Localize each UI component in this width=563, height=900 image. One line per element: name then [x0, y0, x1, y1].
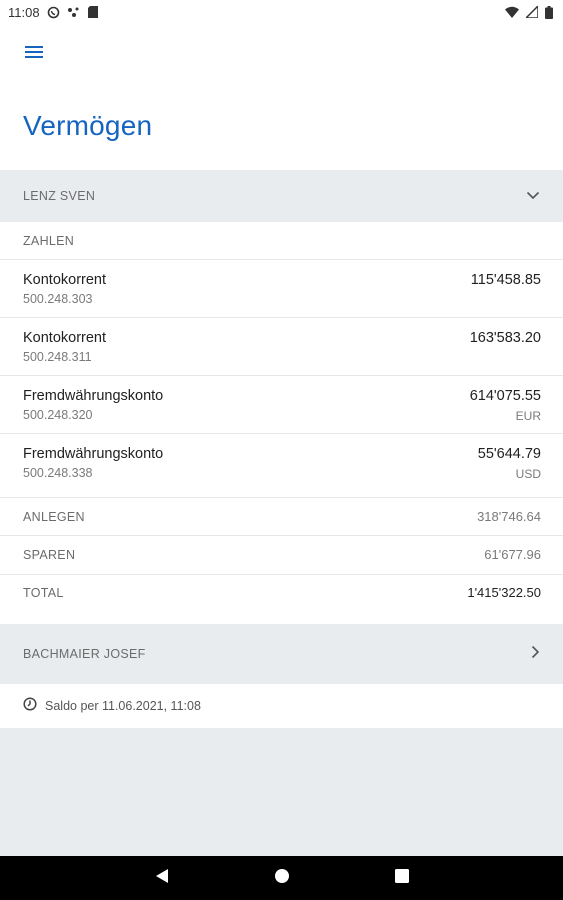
account-amount: 614'075.55: [469, 388, 541, 404]
empty-area: [0, 728, 563, 856]
back-icon: [155, 868, 169, 889]
summary-label: ANLEGEN: [23, 510, 85, 524]
sd-card-icon: [87, 6, 98, 18]
chevron-down-icon: [526, 187, 540, 205]
back-button[interactable]: [152, 868, 172, 888]
account-row[interactable]: Fremdwährungskonto 500.248.320 614'075.5…: [0, 376, 563, 433]
saldo-info: Saldo per 11.06.2021, 11:08: [0, 684, 563, 728]
status-time: 11:08: [8, 4, 40, 20]
page-title: Vermögen: [23, 110, 153, 141]
summary-value: 318'746.64: [477, 509, 541, 524]
hamburger-menu-button[interactable]: [20, 40, 48, 68]
wifi-icon: [505, 6, 519, 18]
status-right: [505, 5, 553, 19]
account-row[interactable]: Kontokorrent 500.248.311 163'583.20: [0, 318, 563, 375]
summary-row-total: TOTAL 1'415'322.50: [0, 574, 563, 612]
account-number: 500.248.311: [23, 350, 92, 364]
summary-row-anlegen[interactable]: ANLEGEN 318'746.64: [0, 498, 563, 536]
home-button[interactable]: [272, 868, 292, 888]
saldo-text: Saldo per 11.06.2021, 11:08: [45, 699, 201, 713]
account-amount: 115'458.85: [470, 272, 541, 288]
cell-signal-icon: [526, 6, 538, 18]
summary-label: SPAREN: [23, 548, 76, 562]
clock-icon: [23, 696, 37, 716]
network-signal-icon: [67, 6, 81, 18]
account-name: Fremdwährungskonto: [23, 388, 164, 404]
account-number: 500.248.320: [23, 408, 93, 422]
summary-label: TOTAL: [23, 586, 64, 600]
account-currency: USD: [515, 467, 541, 481]
owner-header-lenz-sven[interactable]: LENZ SVEN: [0, 170, 563, 222]
account-number: 500.248.303: [23, 292, 93, 306]
summary-value: 61'677.96: [484, 547, 541, 562]
chevron-right-icon: [531, 645, 540, 664]
account-row[interactable]: Kontokorrent 500.248.303 115'458.85: [0, 260, 563, 317]
owner-header-bachmaier-josef[interactable]: BACHMAIER JOSEF: [0, 624, 563, 684]
recents-button[interactable]: [392, 868, 412, 888]
account-currency: EUR: [515, 409, 541, 423]
summary-row-sparen[interactable]: SPAREN 61'677.96: [0, 536, 563, 574]
account-amount: 163'583.20: [469, 330, 541, 346]
account-amount: 55'644.79: [477, 446, 541, 462]
account-number: 500.248.338: [23, 466, 93, 480]
account-row[interactable]: Fremdwährungskonto 500.248.338 55'644.79…: [0, 434, 563, 491]
whatsapp-icon: [47, 6, 60, 19]
battery-icon: [545, 5, 553, 19]
recents-icon: [395, 868, 409, 888]
status-left: 11:08: [8, 5, 98, 20]
account-name: Kontokorrent: [23, 330, 107, 346]
summary-value: 1'415'322.50: [467, 585, 541, 600]
status-bar: 11:08: [0, 0, 563, 24]
hamburger-menu-icon: [24, 45, 44, 64]
navigation-bar: [0, 856, 563, 900]
account-name: Kontokorrent: [23, 272, 107, 288]
account-name: Fremdwährungskonto: [23, 446, 164, 462]
home-icon: [274, 868, 290, 889]
owner-name: LENZ SVEN: [23, 189, 96, 203]
owner-name: BACHMAIER JOSEF: [23, 647, 146, 661]
group-label-zahlen: ZAHLEN: [23, 234, 75, 248]
